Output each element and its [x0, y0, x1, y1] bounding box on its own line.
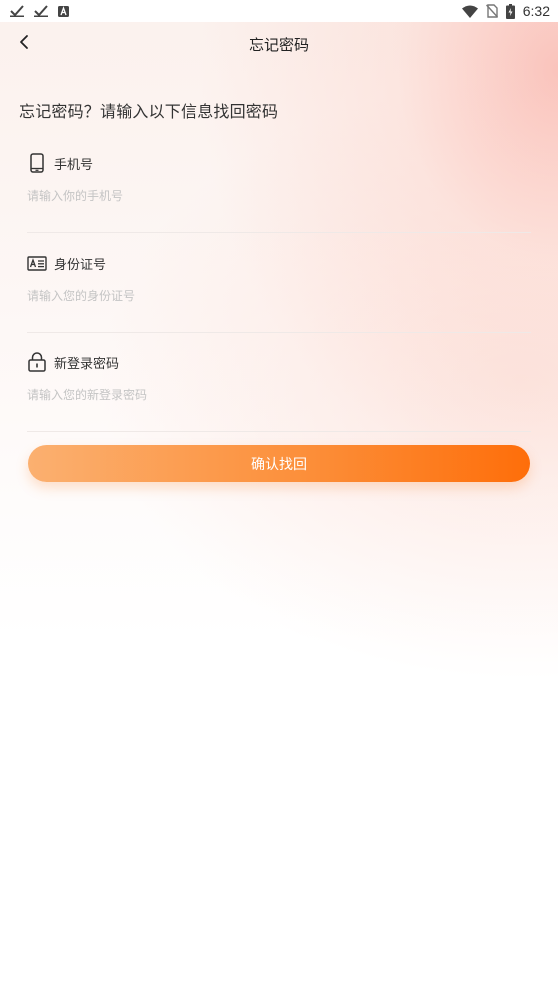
wifi-icon	[461, 5, 478, 18]
battery-icon	[505, 3, 515, 19]
id-card-icon	[27, 253, 47, 273]
id-card-field: 身份证号	[27, 252, 531, 333]
status-time: 6:32	[522, 3, 550, 19]
new-password-field: 新登录密码	[27, 351, 531, 432]
form-heading: 忘记密码？请输入以下信息找回密码	[19, 102, 279, 121]
status-bar: 6:32	[0, 0, 558, 22]
status-left	[10, 5, 69, 17]
id-card-label-row: 身份证号	[27, 252, 106, 274]
phone-icon	[27, 153, 47, 173]
check-icon	[34, 5, 48, 17]
forgot-password-screen: 6:32 忘记密码 忘记密码？请输入以下信息找回密码 手机号 身份证号	[0, 0, 558, 996]
id-card-label: 身份证号	[54, 257, 107, 273]
new-password-label: 新登录密码	[54, 356, 120, 372]
page-title: 忘记密码	[248, 35, 309, 54]
chevron-left-icon	[19, 34, 29, 54]
phone-label: 手机号	[54, 157, 94, 173]
status-right: 6:32	[461, 3, 550, 19]
phone-label-row: 手机号	[27, 152, 93, 174]
phone-field: 手机号	[27, 152, 531, 233]
confirm-retrieve-button[interactable]: 确认找回	[28, 445, 530, 482]
lock-icon	[27, 352, 47, 372]
new-password-label-row: 新登录密码	[27, 351, 119, 373]
a-badge-icon	[58, 5, 69, 17]
check-icon	[10, 5, 24, 17]
id-card-input[interactable]	[27, 284, 531, 308]
nav-bar: 忘记密码	[0, 22, 558, 66]
no-sim-icon	[485, 4, 498, 18]
phone-input[interactable]	[27, 184, 531, 208]
back-button[interactable]	[10, 30, 38, 58]
new-password-input[interactable]	[27, 383, 531, 407]
